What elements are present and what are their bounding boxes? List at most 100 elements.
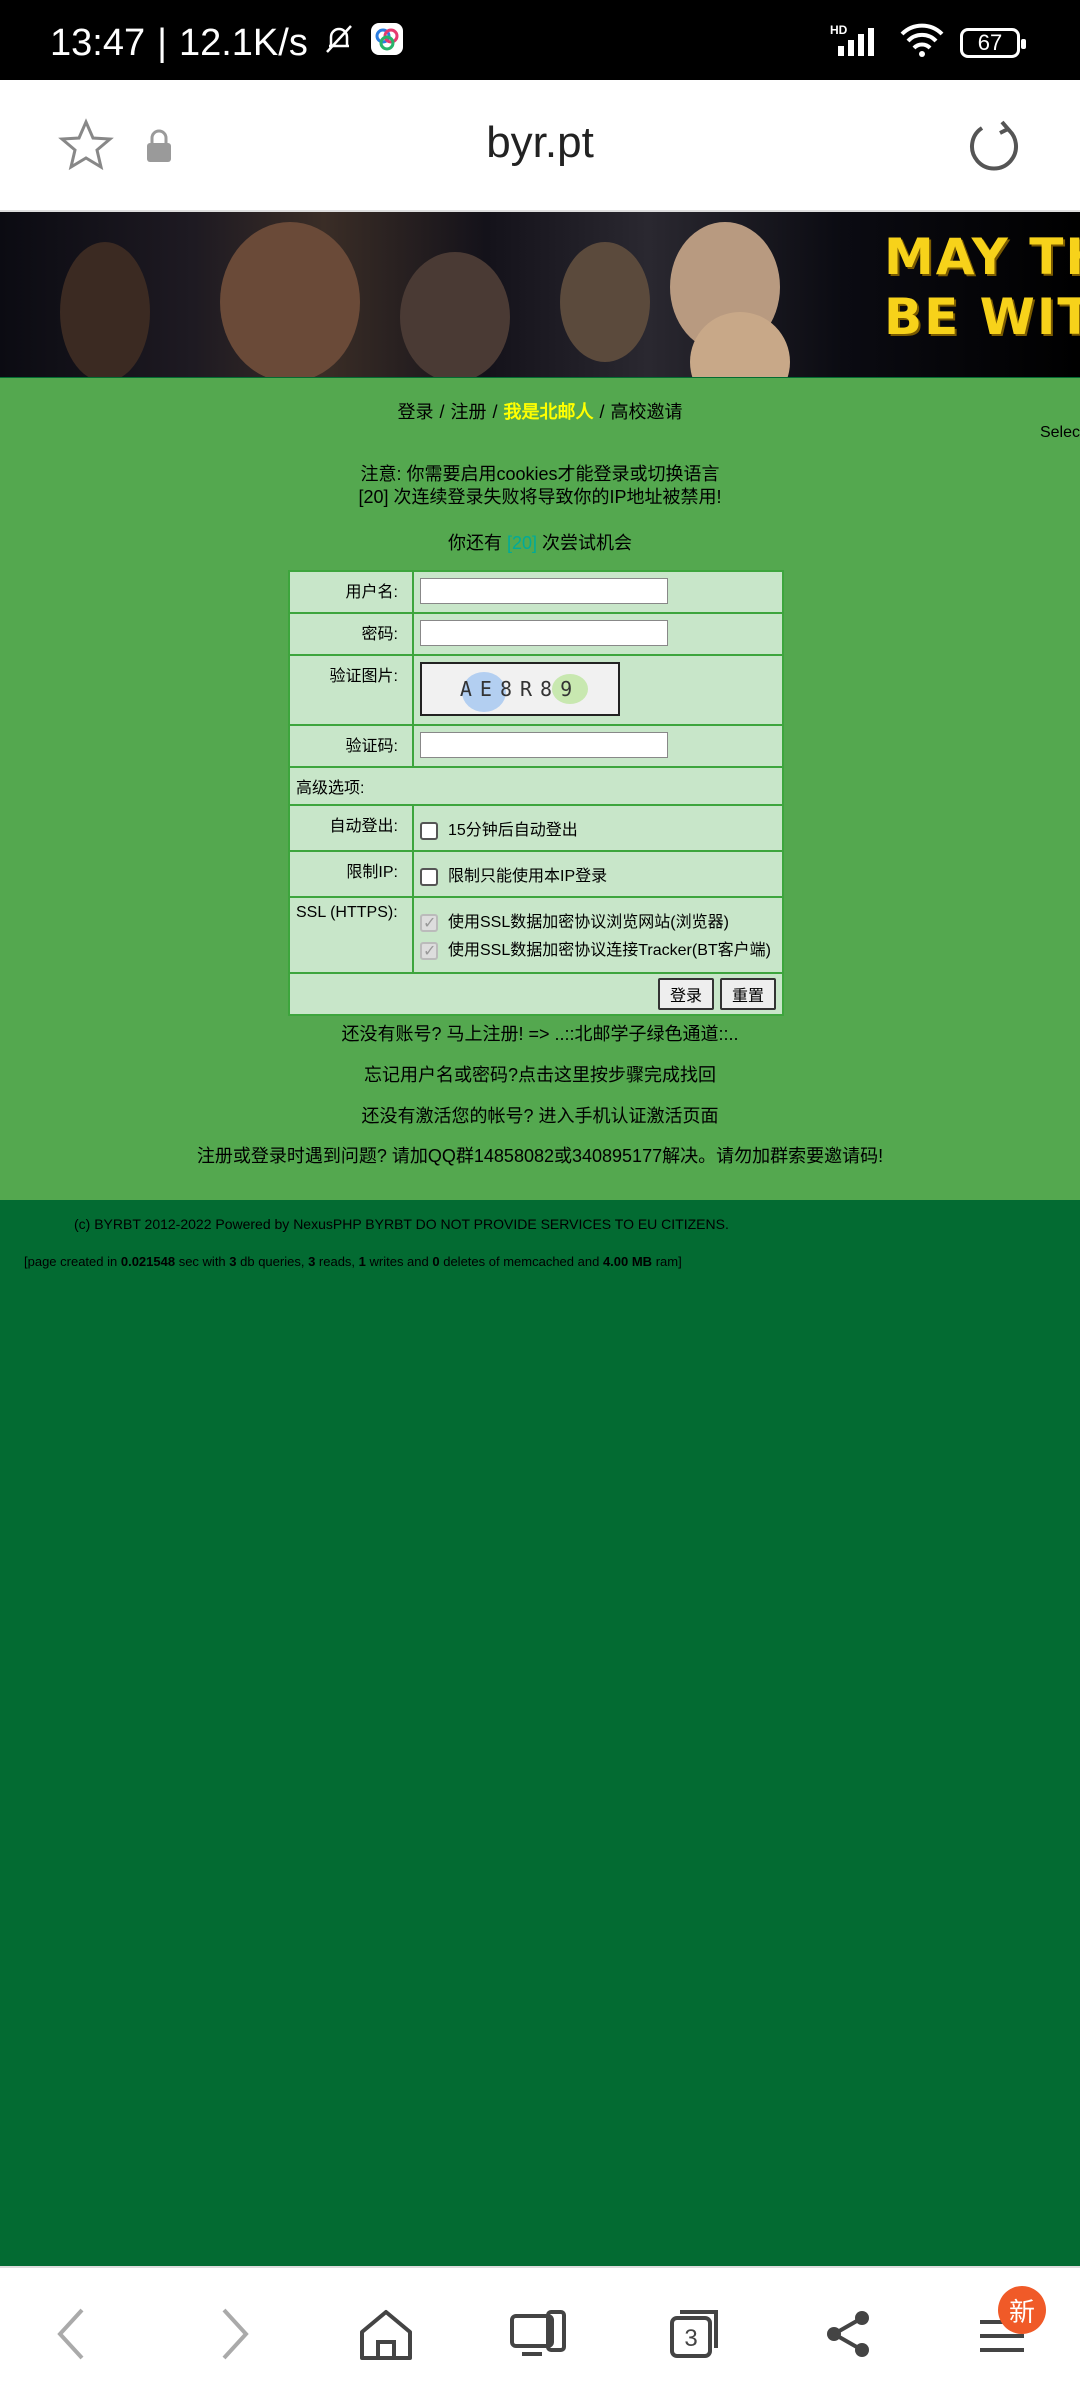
ssl-row: SSL (HTTPS): 使用SSL数据加密协议浏览网站(浏览器) 使用SSL数… (290, 898, 782, 974)
help-text: 注册或登录时遇到问题? 请加QQ群14858082或340895177解决。请勿… (196, 1146, 884, 1166)
new-badge: 新 (998, 2286, 1046, 2334)
notice-ban: [20] 次连续登录失败将导致你的IP地址被禁用! (358, 487, 722, 507)
nav-separator: / (439, 402, 445, 422)
ssl-tracker-option: 使用SSL数据加密协议连接Tracker(BT客户端) (420, 936, 776, 961)
nav-login[interactable]: 登录 (397, 402, 433, 422)
separator: | (157, 22, 167, 64)
site-banner[interactable]: MAY TH BE WIT (0, 212, 1080, 377)
notice-cookies: 注意: 你需要启用cookies才能登录或切换语言 (360, 464, 720, 484)
desktop-mode-icon[interactable] (508, 2304, 568, 2364)
language-select[interactable]: Selec (1040, 424, 1080, 442)
battery-icon: 67 (960, 27, 1026, 58)
share-icon[interactable] (818, 2304, 878, 2364)
stats-text: reads, (315, 1254, 359, 1269)
status-bar: 13:47 | 12.1K/s HD 67 (0, 0, 1080, 80)
home-icon[interactable] (356, 2304, 416, 2364)
nav-invite[interactable]: 高校邀请 (611, 402, 683, 422)
nav-register[interactable]: 注册 (450, 402, 486, 422)
stats-text: deletes of memcached and (439, 1254, 603, 1269)
stats-text: sec with (175, 1254, 230, 1269)
ssl-label: SSL (HTTPS): (290, 898, 414, 972)
forgot-password-link[interactable]: 忘记用户名或密码?点击这里按步骤完成找回 (0, 1061, 1080, 1087)
limitip-label: 限制IP: (290, 852, 414, 896)
remaining-tries: 你还有 [20] 次尝试机会 (0, 529, 1080, 555)
username-label: 用户名: (290, 572, 414, 612)
banner-figure (400, 252, 510, 377)
password-cell (414, 614, 782, 654)
tries-count: [20] (506, 533, 538, 553)
autologout-row: 自动登出: 15分钟后自动登出 (290, 806, 782, 852)
status-right: HD 67 (830, 22, 1026, 63)
stats-writes: 1 (358, 1254, 366, 1269)
tabs-icon[interactable]: 3 (664, 2304, 724, 2364)
main-content: 登录 / 注册 / 我是北邮人 / 高校邀请 Selec 注意: 你需要启用cookies才… (0, 378, 1080, 1200)
captcha-row: 验证码: (290, 726, 782, 768)
autologout-label: 自动登出: (290, 806, 414, 850)
banner-line-1: MAY TH (884, 228, 1080, 286)
url-text[interactable]: byr.pt (0, 118, 1080, 168)
clock: 13:47 (50, 22, 146, 64)
captcha-image[interactable]: AE8R89 (420, 662, 620, 716)
reset-button[interactable]: 重置 (719, 978, 776, 1010)
forward-icon[interactable] (202, 2304, 262, 2364)
stats-time: 0.021548 (120, 1254, 176, 1269)
tries-suffix: 次尝试机会 (537, 533, 633, 553)
stats-memory: 4.00 MB (602, 1254, 653, 1269)
captcha-cell (414, 726, 782, 766)
advanced-row: 高级选项: (290, 768, 782, 806)
captcha-image-cell: AE8R89 (414, 656, 782, 724)
ssl-tracker-checkbox[interactable] (420, 941, 438, 961)
login-notice: 注意: 你需要启用cookies才能登录或切换语言 [20] 次连续登录失败将导… (0, 463, 1080, 509)
status-left: 13:47 | 12.1K/s (50, 22, 404, 64)
signal-icon: HD (830, 22, 884, 63)
username-row: 用户名: (290, 572, 782, 614)
stats-deletes: 0 (432, 1254, 440, 1269)
svg-text:3: 3 (684, 2325, 697, 2352)
autologout-cell: 15分钟后自动登出 (414, 806, 782, 850)
banner-title: MAY TH BE WIT (884, 227, 1080, 347)
ssl-browser-checkbox[interactable] (420, 913, 438, 933)
reload-icon[interactable] (966, 118, 1022, 179)
autologout-checkbox[interactable] (420, 822, 438, 840)
back-icon[interactable] (44, 2304, 104, 2364)
stats-queries: 3 (229, 1254, 237, 1269)
login-button[interactable]: 登录 (657, 978, 714, 1010)
nav-separator: / (492, 402, 498, 422)
stats-text: writes and (365, 1254, 433, 1269)
browser-address-bar: byr.pt (0, 80, 1080, 212)
activation-link[interactable]: 还没有激活您的帐号? 进入手机认证激活页面 (0, 1102, 1080, 1128)
svg-text:HD: HD (830, 23, 848, 37)
footer-page-stats: [page created in 0.021548 sec with 3 db … (24, 1254, 682, 1269)
password-input[interactable] (420, 620, 668, 646)
ssl-browser-option: 使用SSL数据加密协议浏览网站(浏览器) (420, 908, 776, 933)
username-input[interactable] (420, 578, 668, 604)
captcha-image-label: 验证图片: (290, 656, 414, 724)
register-link[interactable]: 还没有账号? 马上注册! => ..::北邮学子绿色通道::.. (0, 1020, 1080, 1046)
limitip-option: 限制只能使用本IP登录 (420, 862, 776, 886)
stats-suffix: ram] (652, 1254, 682, 1269)
wifi-icon (900, 22, 944, 63)
banner-figure (220, 222, 360, 377)
ssl-browser-label: 使用SSL数据加密协议浏览网站(浏览器) (448, 914, 729, 931)
network-speed: 12.1K/s (178, 22, 308, 64)
advanced-label: 高级选项: (296, 780, 365, 797)
captcha-input[interactable] (420, 732, 668, 758)
limitip-row: 限制IP: 限制只能使用本IP登录 (290, 852, 782, 898)
form-buttons-row: 登录 重置 (290, 974, 782, 1014)
footer-copyright: (c) BYRBT 2012-2022 Powered by NexusPHP … (74, 1216, 729, 1232)
captcha-image-row: 验证图片: AE8R89 (290, 656, 782, 726)
app-notification-icon (370, 22, 404, 64)
bell-muted-icon (322, 22, 356, 64)
limitip-checkbox[interactable] (420, 868, 438, 886)
nav-bupt[interactable]: 我是北邮人 (504, 402, 594, 422)
banner-figure (60, 242, 150, 377)
captcha-label: 验证码: (290, 726, 414, 766)
top-navigation: 登录 / 注册 / 我是北邮人 / 高校邀请 (0, 398, 1080, 424)
browser-bottom-nav: 3 (0, 2266, 1080, 2402)
nav-separator: / (599, 402, 605, 422)
autologout-option: 15分钟后自动登出 (420, 816, 776, 840)
stats-prefix: [page created in (24, 1254, 121, 1269)
ssl-tracker-label: 使用SSL数据加密协议连接Tracker(BT客户端) (448, 942, 771, 959)
banner-figure (560, 242, 650, 362)
autologout-option-label: 15分钟后自动登出 (448, 822, 578, 839)
